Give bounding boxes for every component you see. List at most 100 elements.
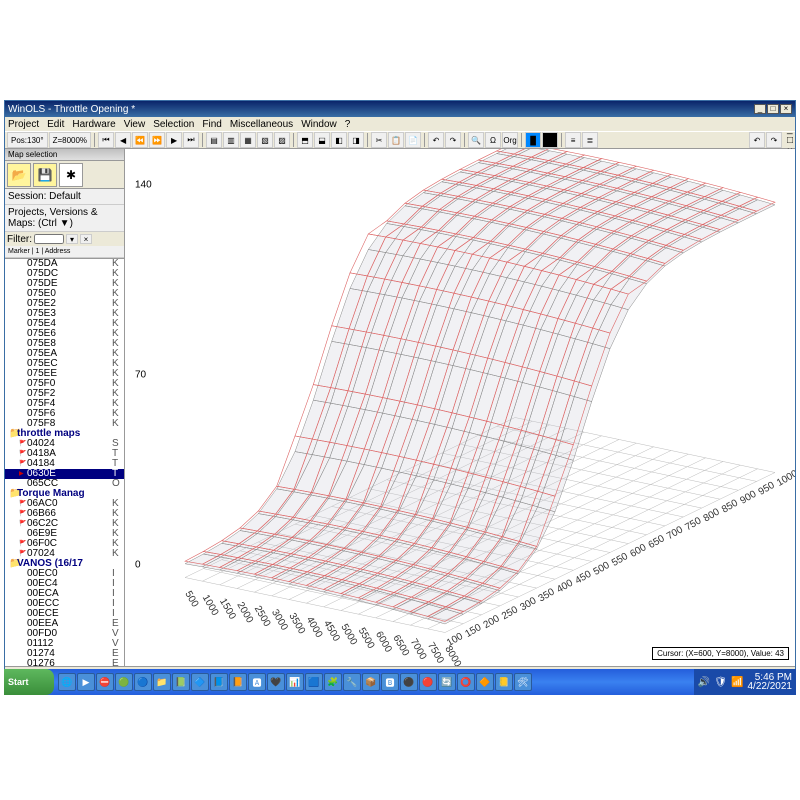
menu-selection[interactable]: Selection	[153, 119, 194, 130]
nav-prev-icon[interactable]: ◀	[115, 132, 131, 148]
tree-item[interactable]: 🚩04024S	[5, 439, 124, 449]
tree-item[interactable]: 075E4K	[5, 319, 124, 329]
tool-blue-icon[interactable]: █	[525, 132, 541, 148]
taskbar-app-icon[interactable]: 🅰	[248, 673, 266, 691]
tree-item[interactable]: 01112V	[5, 639, 124, 649]
tree-item[interactable]: 00ECAI	[5, 589, 124, 599]
new-icon[interactable]: ✱	[59, 163, 83, 187]
taskbar-app-icon[interactable]: 📘	[210, 673, 228, 691]
taskbar-app-icon[interactable]: ⛔	[96, 673, 114, 691]
taskbar-app-icon[interactable]: 📙	[229, 673, 247, 691]
tree-item[interactable]: 075DCK	[5, 269, 124, 279]
tree-group[interactable]: 📁throttle maps	[5, 429, 124, 439]
taskbar-app-icon[interactable]: 🟦	[305, 673, 323, 691]
minimize-button[interactable]: _	[754, 104, 766, 114]
tree-item[interactable]: 075E0K	[5, 289, 124, 299]
tree-item[interactable]: 075E8K	[5, 339, 124, 349]
nav-rewind-icon[interactable]: ⏪	[132, 132, 148, 148]
tree-item[interactable]: 075E2K	[5, 299, 124, 309]
taskbar-app-icon[interactable]: 🧩	[324, 673, 342, 691]
tree-item[interactable]: 06E9EK	[5, 529, 124, 539]
tool-m-icon[interactable]: ↶	[428, 132, 444, 148]
tool-n-icon[interactable]: ↷	[445, 132, 461, 148]
tool-p-icon[interactable]: Ω	[485, 132, 501, 148]
tree-group[interactable]: 📁VANOS (16/17	[5, 559, 124, 569]
tree-item[interactable]: 075E6K	[5, 329, 124, 339]
tool-h-icon[interactable]: ◧	[331, 132, 347, 148]
menu-project[interactable]: Project	[8, 119, 39, 130]
tool-e-icon[interactable]: ▨	[274, 132, 290, 148]
tree-item[interactable]: 00EC0I	[5, 569, 124, 579]
nav-first-icon[interactable]: ⏮	[98, 132, 114, 148]
tree-item[interactable]: 075E3K	[5, 309, 124, 319]
taskbar-app-icon[interactable]: 🔵	[134, 673, 152, 691]
tree-item[interactable]: 🚩06C2CK	[5, 519, 124, 529]
taskbar-app-icon[interactable]: 📦	[362, 673, 380, 691]
taskbar-app-icon[interactable]: 📊	[286, 673, 304, 691]
tree-item[interactable]: 00ECCI	[5, 599, 124, 609]
taskbar-app-icon[interactable]: 🔄	[438, 673, 456, 691]
zoom-field[interactable]: Z=8000%	[49, 132, 91, 148]
system-tray[interactable]: 🔊 🛡 📶 5:46 PM 4/22/2021	[694, 669, 796, 695]
nav-fwd-icon[interactable]: ⏩	[149, 132, 165, 148]
tool-g-icon[interactable]: ⬓	[314, 132, 330, 148]
tree-group[interactable]: 📁Torque Manag	[5, 489, 124, 499]
menu-window[interactable]: Window	[301, 119, 337, 130]
tray-icon[interactable]: 🔊	[698, 677, 710, 688]
tree-item[interactable]: 075ECK	[5, 359, 124, 369]
tree-item[interactable]: 🚩06AC0K	[5, 499, 124, 509]
tool-black-icon[interactable]	[542, 132, 558, 148]
tool-c-icon[interactable]: ▦	[240, 132, 256, 148]
tree-item[interactable]: 🚩0418AT	[5, 449, 124, 459]
tree-item[interactable]: 🚩04184T	[5, 459, 124, 469]
titlebar[interactable]: WinOLS - Throttle Opening * _ □ ×	[5, 101, 795, 117]
tool-b-icon[interactable]: ▥	[223, 132, 239, 148]
tool-d-icon[interactable]: ▧	[257, 132, 273, 148]
tree-item[interactable]: 075DAK	[5, 259, 124, 269]
tree-item[interactable]: 075F6K	[5, 409, 124, 419]
tool-j-icon[interactable]: ✂	[371, 132, 387, 148]
tool-undo2-icon[interactable]: ↶	[749, 132, 765, 148]
close-button[interactable]: ×	[780, 104, 792, 114]
tool-f-icon[interactable]: ⬒	[297, 132, 313, 148]
menu-find[interactable]: Find	[202, 119, 221, 130]
filter-input[interactable]	[34, 234, 64, 244]
3d-canvas[interactable]: 140 70 0 5001000150020002500300035004000…	[125, 149, 795, 666]
tool-k-icon[interactable]: 📋	[388, 132, 404, 148]
tray-icon[interactable]: 📶	[731, 677, 743, 688]
taskbar-app-icon[interactable]: 🅱	[381, 673, 399, 691]
tree-item[interactable]: 00EC4I	[5, 579, 124, 589]
taskbar-app-icon[interactable]: ⭕	[457, 673, 475, 691]
child-min-button[interactable]: _	[787, 124, 793, 135]
taskbar-app-icon[interactable]: ▶	[77, 673, 95, 691]
tree-item[interactable]: 00EEAE	[5, 619, 124, 629]
nav-next-icon[interactable]: ▶	[166, 132, 182, 148]
tool-o-icon[interactable]: 🔍	[468, 132, 484, 148]
tool-redo2-icon[interactable]: ↷	[766, 132, 782, 148]
taskbar-app-icon[interactable]: 🔷	[191, 673, 209, 691]
tool-r-icon[interactable]: ≡	[565, 132, 581, 148]
filter-btn-1[interactable]: ▾	[66, 234, 78, 244]
start-button[interactable]: Start	[4, 669, 54, 695]
tree-item[interactable]: ▶0630ET	[5, 469, 124, 479]
taskbar-app-icon[interactable]: 🟢	[115, 673, 133, 691]
taskbar-app-icon[interactable]: 🔧	[343, 673, 361, 691]
taskbar-app-icon[interactable]: 📗	[172, 673, 190, 691]
tray-icon[interactable]: 🛡	[714, 677, 727, 688]
nav-last-icon[interactable]: ⏭	[183, 132, 199, 148]
tree-item[interactable]: 075EEK	[5, 369, 124, 379]
menu-view[interactable]: View	[124, 119, 146, 130]
tree-item[interactable]: 00FD0V	[5, 629, 124, 639]
tree-item[interactable]: 075F0K	[5, 379, 124, 389]
map-tree[interactable]: 075DAK075DCK075DEK075E0K075E2K075E3K075E…	[5, 258, 124, 666]
taskbar-app-icon[interactable]: 🖤	[267, 673, 285, 691]
tool-q-icon[interactable]: Org	[502, 132, 518, 148]
tree-item[interactable]: 01274E	[5, 649, 124, 659]
maximize-button[interactable]: □	[767, 104, 779, 114]
menu-misc[interactable]: Miscellaneous	[230, 119, 293, 130]
taskbar-app-icon[interactable]: 🔶	[476, 673, 494, 691]
taskbar-app-icon[interactable]: 🛠	[514, 673, 532, 691]
menu-hardware[interactable]: Hardware	[72, 119, 115, 130]
tree-item[interactable]: 075F4K	[5, 399, 124, 409]
tool-s-icon[interactable]: ≣	[582, 132, 598, 148]
